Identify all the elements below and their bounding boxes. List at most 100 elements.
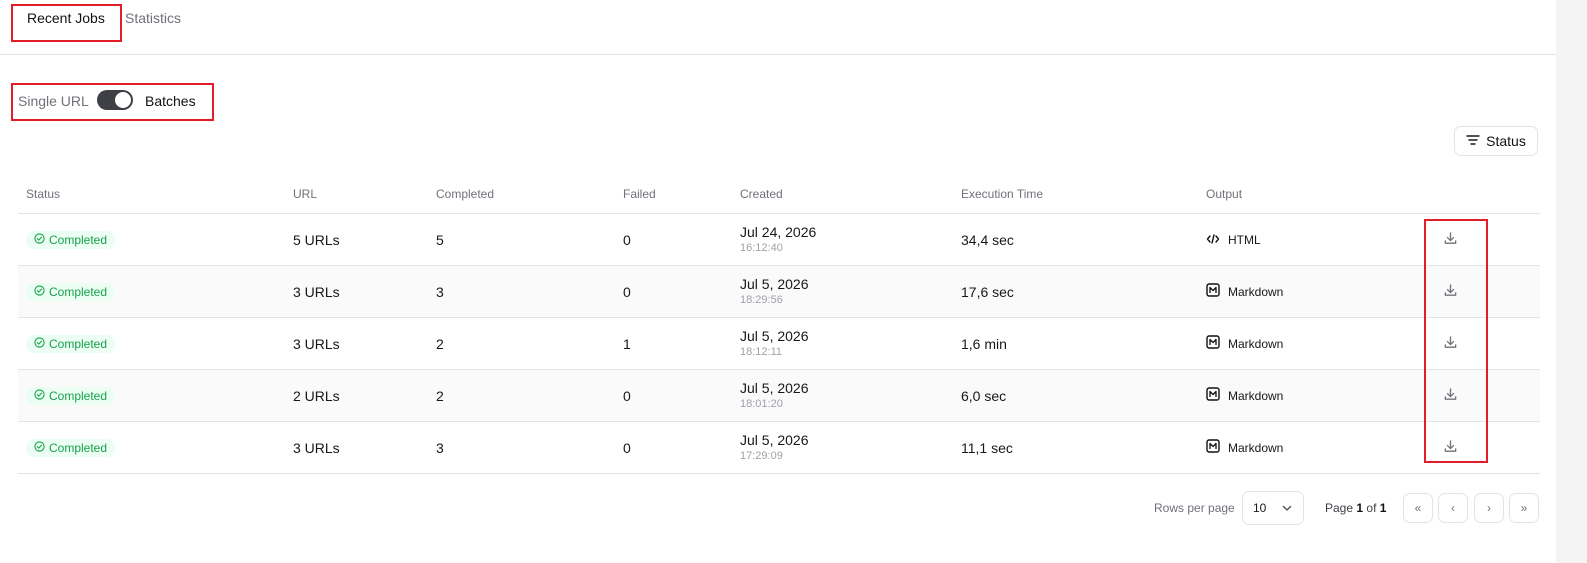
output-format: HTML	[1206, 233, 1261, 248]
completed-cell: 5	[428, 213, 615, 266]
column-header: Output	[1198, 174, 1415, 214]
download-icon[interactable]	[1443, 387, 1458, 405]
status-text: Completed	[49, 284, 108, 299]
rows-per-page-label: Rows per page	[1154, 501, 1235, 515]
download-icon[interactable]	[1443, 439, 1458, 457]
output-label: Markdown	[1228, 388, 1284, 403]
download-cell	[1415, 265, 1540, 318]
output-cell: HTML	[1198, 213, 1415, 266]
created-cell: Jul 24, 2026 16:12:40	[732, 213, 953, 266]
check-circle-icon	[34, 440, 45, 455]
table-row[interactable]: Completed 5 URLs 5 0 Jul 24, 2026 16:12:40 34,…	[18, 213, 1540, 266]
total-pages: 1	[1379, 501, 1387, 515]
rows-per-page-value: 10	[1253, 501, 1267, 515]
created-cell: Jul 5, 2026 18:12:11	[732, 317, 953, 370]
status-badge: Completed	[26, 438, 116, 457]
chevron-left-icon: ‹	[1451, 501, 1455, 515]
url-cell: 5 URLs	[285, 213, 428, 266]
column-header: Failed	[615, 174, 732, 214]
output-label: Markdown	[1228, 440, 1284, 455]
created-time: 18:12:11	[740, 345, 783, 358]
created-cell: Jul 5, 2026 18:29:56	[732, 265, 953, 318]
created-time: 18:01:20	[740, 397, 783, 410]
failed-cell: 0	[615, 421, 732, 474]
status-filter-label: Status	[1486, 133, 1526, 149]
status-cell: Completed	[18, 213, 285, 266]
column-header: Execution Time	[953, 174, 1198, 214]
execution-time-cell: 11,1 sec	[953, 421, 1198, 474]
column-header: URL	[285, 174, 428, 214]
status-text: Completed	[49, 440, 108, 455]
completed-cell: 2	[428, 317, 615, 370]
markdown-icon	[1206, 387, 1220, 404]
download-icon[interactable]	[1443, 283, 1458, 301]
status-cell: Completed	[18, 421, 285, 474]
download-icon[interactable]	[1443, 231, 1458, 249]
output-cell: Markdown	[1198, 369, 1415, 422]
column-header	[1415, 174, 1540, 214]
status-badge: Completed	[26, 230, 116, 249]
table-row[interactable]: Completed 2 URLs 2 0 Jul 5, 2026 18:01:20 6,0 …	[18, 369, 1540, 422]
created-time: 18:29:56	[740, 293, 783, 306]
download-cell	[1415, 369, 1540, 422]
tab-statistics[interactable]: Statistics	[125, 10, 181, 26]
execution-time-cell: 6,0 sec	[953, 369, 1198, 422]
status-badge: Completed	[26, 386, 116, 405]
output-label: Markdown	[1228, 284, 1284, 299]
jobs-panel: Recent Jobs Statistics Single URL Batche…	[0, 0, 1556, 563]
table-row[interactable]: Completed 3 URLs 3 0 Jul 5, 2026 17:29:09 11,1…	[18, 421, 1540, 474]
created-date: Jul 24, 2026	[740, 223, 817, 240]
status-text: Completed	[49, 232, 108, 247]
download-cell	[1415, 213, 1540, 266]
failed-cell: 0	[615, 265, 732, 318]
output-cell: Markdown	[1198, 421, 1415, 474]
download-cell	[1415, 317, 1540, 370]
created-date: Jul 5, 2026	[740, 431, 809, 448]
single-url-label: Single URL	[18, 93, 89, 109]
download-icon[interactable]	[1443, 335, 1458, 353]
markdown-icon	[1206, 283, 1220, 300]
double-chevron-right-icon: »	[1520, 501, 1528, 515]
execution-time-cell: 34,4 sec	[953, 213, 1198, 266]
url-cell: 2 URLs	[285, 369, 428, 422]
url-cell: 3 URLs	[285, 317, 428, 370]
chevron-right-icon: ›	[1487, 501, 1491, 515]
output-format: Markdown	[1206, 335, 1283, 352]
mode-toggle-switch[interactable]	[97, 90, 133, 110]
output-format: Markdown	[1206, 439, 1283, 456]
double-chevron-left-icon: «	[1414, 501, 1422, 515]
execution-time-cell: 1,6 min	[953, 317, 1198, 370]
code-icon	[1206, 233, 1220, 248]
check-circle-icon	[34, 232, 45, 247]
failed-cell: 0	[615, 369, 732, 422]
download-cell	[1415, 421, 1540, 474]
rows-per-page-select[interactable]: 10	[1242, 491, 1304, 525]
output-cell: Markdown	[1198, 265, 1415, 318]
table-row[interactable]: Completed 3 URLs 2 1 Jul 5, 2026 18:12:11 1,6 …	[18, 317, 1540, 370]
prev-page-button[interactable]: ‹	[1438, 493, 1468, 523]
jobs-table: Status URL Completed Failed Created Exec…	[18, 174, 1540, 474]
failed-cell: 0	[615, 213, 732, 266]
tab-recent-jobs[interactable]: Recent Jobs	[27, 10, 105, 26]
page-label: Page	[1325, 501, 1354, 515]
created-date: Jul 5, 2026	[740, 379, 809, 396]
status-filter-button[interactable]: Status	[1454, 126, 1538, 156]
current-page: 1	[1356, 501, 1364, 515]
first-page-button[interactable]: «	[1403, 493, 1433, 523]
chevron-down-icon	[1281, 502, 1293, 517]
last-page-button[interactable]: »	[1509, 493, 1539, 523]
created-time: 17:29:09	[740, 449, 783, 462]
column-header: Status	[18, 174, 285, 214]
column-header: Completed	[428, 174, 615, 214]
output-cell: Markdown	[1198, 317, 1415, 370]
next-page-button[interactable]: ›	[1474, 493, 1504, 523]
created-time: 16:12:40	[740, 241, 783, 254]
created-date: Jul 5, 2026	[740, 327, 809, 344]
output-label: HTML	[1228, 233, 1261, 247]
markdown-icon	[1206, 439, 1220, 456]
check-circle-icon	[34, 336, 45, 351]
table-row[interactable]: Completed 3 URLs 3 0 Jul 5, 2026 18:29:56 17,6…	[18, 265, 1540, 318]
toggle-knob	[115, 92, 131, 108]
markdown-icon	[1206, 335, 1220, 352]
failed-cell: 1	[615, 317, 732, 370]
